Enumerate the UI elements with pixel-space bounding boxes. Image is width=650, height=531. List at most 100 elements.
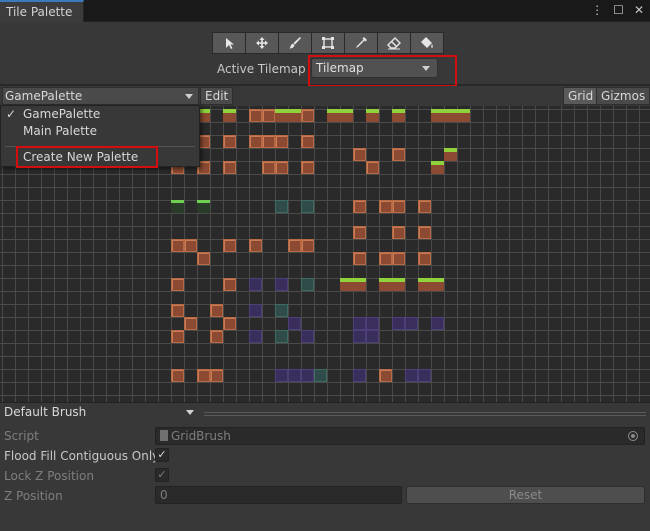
palette-tile[interactable] [275,200,288,213]
palette-tile[interactable] [171,369,184,382]
palette-tile[interactable] [392,226,405,239]
kebab-menu-icon[interactable]: ⋮ [591,3,603,17]
palette-tile[interactable] [431,278,444,291]
palette-tile[interactable] [379,252,392,265]
palette-tile[interactable] [301,200,314,213]
palette-tile[interactable] [366,109,379,122]
palette-tile[interactable] [340,109,353,122]
palette-tile[interactable] [379,200,392,213]
palette-tile[interactable] [405,369,418,382]
palette-tile[interactable] [353,330,366,343]
palette-tile[interactable] [288,369,301,382]
palette-tile[interactable] [197,200,210,213]
palette-tile[interactable] [275,369,288,382]
palette-tile[interactable] [275,135,288,148]
palette-tile[interactable] [418,252,431,265]
palette-tile[interactable] [301,330,314,343]
palette-tile[interactable] [249,135,262,148]
palette-tile[interactable] [249,239,262,252]
palette-tile[interactable] [288,109,301,122]
palette-tile[interactable] [379,278,392,291]
palette-tile[interactable] [392,148,405,161]
palette-dropdown[interactable]: GamePalette [2,87,199,105]
close-icon[interactable]: ✕ [634,3,644,17]
palette-tile[interactable] [301,369,314,382]
palette-tile[interactable] [210,369,223,382]
palette-tile[interactable] [327,109,340,122]
palette-tile[interactable] [301,109,314,122]
palette-tile[interactable] [223,317,236,330]
palette-tile[interactable] [184,239,197,252]
palette-tile[interactable] [431,161,444,174]
palette-tile[interactable] [197,369,210,382]
palette-tile[interactable] [431,317,444,330]
palette-tile[interactable] [249,304,262,317]
palette-tile[interactable] [353,278,366,291]
tab-tile-palette[interactable]: Tile Palette [0,0,84,22]
palette-tile[interactable] [171,200,184,213]
grid-toggle-button[interactable]: Grid [563,87,599,105]
lock-z-checkbox[interactable]: ✓ [155,468,169,482]
palette-tile[interactable] [392,109,405,122]
palette-tile[interactable] [353,148,366,161]
palette-tile[interactable] [392,252,405,265]
palette-tile[interactable] [379,369,392,382]
palette-tile[interactable] [288,239,301,252]
palette-tile[interactable] [418,200,431,213]
palette-tile[interactable] [301,239,314,252]
palette-tile[interactable] [171,278,184,291]
edit-button[interactable]: Edit [200,87,234,105]
palette-tile[interactable] [353,226,366,239]
palette-tile[interactable] [210,304,223,317]
palette-tile[interactable] [444,109,457,122]
palette-tile[interactable] [275,161,288,174]
palette-tile[interactable] [197,252,210,265]
palette-tile[interactable] [366,161,379,174]
palette-tile[interactable] [314,369,327,382]
palette-tile[interactable] [171,330,184,343]
brush-dropdown[interactable]: Default Brush [0,404,199,422]
flood-fill-checkbox[interactable]: ✓ [155,448,169,462]
picker-tool-button[interactable] [344,32,378,54]
palette-tile[interactable] [301,161,314,174]
palette-tile[interactable] [223,278,236,291]
gizmos-toggle-button[interactable]: Gizmos [596,87,650,105]
palette-tile[interactable] [392,200,405,213]
palette-tile[interactable] [418,278,431,291]
palette-tile[interactable] [288,317,301,330]
palette-tile[interactable] [275,109,288,122]
palette-tile[interactable] [353,317,366,330]
palette-tile[interactable] [301,135,314,148]
eraser-tool-button[interactable] [377,32,411,54]
palette-tile[interactable] [353,369,366,382]
palette-tile[interactable] [353,252,366,265]
menu-item-main-palette[interactable]: Main Palette [1,123,199,140]
palette-tile[interactable] [249,330,262,343]
palette-tile[interactable] [418,226,431,239]
palette-tile[interactable] [249,109,262,122]
resize-splitter-handle[interactable] [204,412,646,416]
paint-tool-button[interactable] [278,32,312,54]
reset-button[interactable]: Reset [406,486,645,504]
palette-tile[interactable] [184,317,197,330]
menu-item-gamepalette[interactable]: ✓ GamePalette [1,106,199,123]
palette-tile[interactable] [223,161,236,174]
box-fill-tool-button[interactable] [311,32,345,54]
palette-tile[interactable] [366,317,379,330]
palette-tile[interactable] [223,239,236,252]
palette-tile[interactable] [275,278,288,291]
fill-tool-button[interactable] [410,32,444,54]
palette-tile[interactable] [171,304,184,317]
palette-tile[interactable] [431,109,444,122]
palette-tile[interactable] [171,239,184,252]
select-tool-button[interactable] [212,32,246,54]
palette-tile[interactable] [366,330,379,343]
palette-tile[interactable] [262,135,275,148]
palette-tile[interactable] [444,148,457,161]
palette-tile[interactable] [353,200,366,213]
palette-tile[interactable] [405,317,418,330]
palette-tile[interactable] [340,278,353,291]
palette-tile[interactable] [392,317,405,330]
object-picker-icon[interactable] [628,431,638,441]
palette-tile[interactable] [275,330,288,343]
